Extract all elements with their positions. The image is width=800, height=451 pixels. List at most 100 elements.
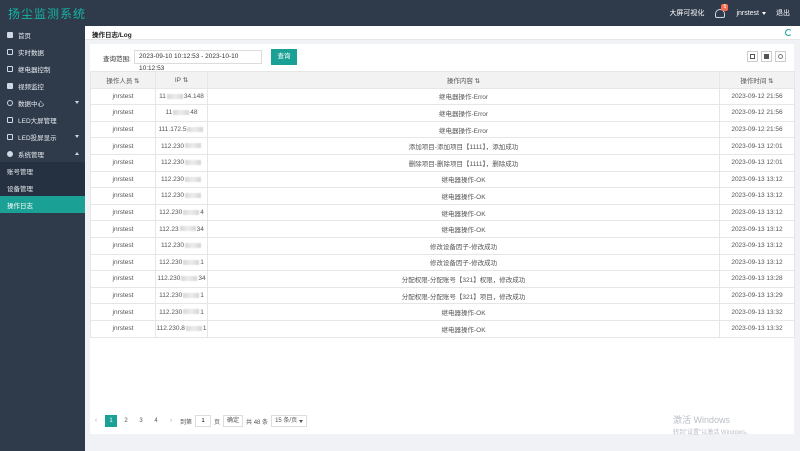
sidebar-item-relay[interactable]: 继电器控制: [0, 60, 85, 77]
goto-ok-button[interactable]: 确定: [223, 415, 244, 427]
settings-icon: [7, 150, 13, 157]
table-row[interactable]: jnrstest 112.230 继电器操作-OK 2023-09-13 13:12: [90, 187, 795, 205]
cell-time: 2023-09-12 21:56: [719, 87, 795, 106]
page-1[interactable]: 1: [105, 415, 117, 427]
cell-time: 2023-09-13 13:12: [719, 220, 795, 238]
ip-suffix: 4: [200, 209, 204, 217]
sidebar-item-label: 实时数据: [18, 49, 44, 57]
ip-suffix: 34: [198, 275, 206, 283]
sidebar-item-oplog[interactable]: 操作日志: [0, 196, 85, 213]
table-row[interactable]: jnrstest 112.230 4 继电器操作-OK 2023-09-13 13:12: [90, 203, 795, 222]
table-row[interactable]: jnrstest 112.23 34 继电器操作-OK 2023-09-13 13:12: [90, 220, 795, 238]
table-row[interactable]: jnrstest 11 34.148 继电器操作-Error 2023-09-12 21…: [90, 87, 795, 106]
chevron-down-icon: [75, 135, 79, 138]
page-2[interactable]: 2: [120, 415, 132, 427]
sidebar-item-devices[interactable]: 设备管理: [0, 179, 85, 196]
table-row[interactable]: jnrstest 11 48 继电器操作-Error 2023-09-12 21:56: [90, 104, 795, 122]
col-header-time[interactable]: 操作时间 ⇅: [719, 71, 795, 89]
ip-redaction: [183, 259, 200, 265]
ip-prefix: 112.230.8: [156, 325, 185, 333]
monitor-icon: [7, 116, 13, 123]
query-button[interactable]: 查询: [271, 49, 297, 65]
page-3[interactable]: 3: [135, 415, 147, 427]
columns-button[interactable]: [747, 51, 758, 62]
sidebar-item-accounts[interactable]: 账号管理: [0, 162, 85, 179]
watermark-line1: 激活 Windows: [673, 415, 731, 425]
table-row[interactable]: jnrstest 112.230 继电器操作-OK 2023-09-13 13:12: [90, 170, 795, 189]
sidebar-item-realtime[interactable]: 实时数据: [0, 43, 85, 60]
date-range-input[interactable]: 2023-09-10 10:12:53 - 2023-10-10 10:12:5…: [134, 50, 262, 72]
cell-ip: 112.230: [155, 153, 208, 172]
cell-content: 继电器操作-OK: [207, 319, 720, 338]
col-header-content[interactable]: 操作内容 ⇅: [207, 71, 720, 89]
goto-page-input[interactable]: [195, 415, 212, 427]
next-page-icon[interactable]: ›: [165, 415, 177, 427]
ip-redaction: [185, 325, 202, 331]
chart-icon: [7, 48, 13, 55]
ip-prefix: 11: [159, 92, 166, 100]
sidebar-item-led-cast[interactable]: LED投屏显示: [0, 128, 85, 145]
ip-prefix: 112.230: [159, 292, 183, 300]
col-header-user[interactable]: 操作人员 ⇅: [90, 71, 156, 89]
cell-ip: 112.230: [155, 187, 208, 205]
cell-content: 删除项目-删除项目【1111】，删除成功: [207, 153, 720, 172]
sidebar-item-system[interactable]: 系统管理: [0, 145, 85, 162]
ip-redaction: [183, 209, 200, 215]
print-button[interactable]: [775, 51, 786, 62]
table-row[interactable]: jnrstest 112.230 1 继电器操作-OK 2023-09-13 13:32: [90, 303, 795, 321]
sidebar-item-video[interactable]: 视频监控: [0, 77, 85, 94]
export-button[interactable]: [761, 51, 772, 62]
table-row[interactable]: jnrstest 112.230 34 分配权限-分配账号【321】权限，修改成功 20…: [90, 270, 795, 288]
ip-suffix: 1: [200, 292, 204, 300]
sidebar-item-led-manage[interactable]: LED大屏管理: [0, 111, 85, 128]
ip-redaction: [185, 193, 201, 199]
refresh-icon[interactable]: [785, 29, 792, 36]
ip-prefix: 112.230: [160, 242, 184, 250]
content-header: 操作日志/Log: [85, 26, 800, 40]
cell-ip: 11 34.148: [155, 87, 208, 106]
table-row[interactable]: jnrstest 112.230 添加项目-添加项目【1111】，添加成功 2023-…: [90, 137, 795, 155]
ip-prefix: 112.230: [159, 209, 183, 217]
col-header-ip[interactable]: IP ⇅: [155, 71, 208, 89]
sidebar-item-data-center[interactable]: 数据中心: [0, 94, 85, 111]
ip-prefix: 112.230: [157, 275, 181, 283]
page-size-select[interactable]: 15 条/页: [271, 415, 308, 427]
sidebar-item-label: LED投屏显示: [18, 134, 57, 142]
table-row[interactable]: jnrstest 112.230.8 1 继电器操作-OK 2023-09-13 13:…: [90, 319, 795, 338]
sidebar-item-home[interactable]: 首页: [0, 26, 85, 43]
cell-user: jnrstest: [90, 220, 156, 238]
table-row[interactable]: jnrstest 111.172.5 继电器操作-Error 2023-09-12 2…: [90, 120, 795, 139]
table-row[interactable]: jnrstest 112.230 1 分配权限-分配账号【321】项目，修改成功 202…: [90, 286, 795, 305]
cell-content: 继电器操作-OK: [207, 187, 720, 205]
user-menu[interactable]: jnrstest: [736, 10, 766, 17]
ip-redaction: [185, 143, 201, 149]
table-row[interactable]: jnrstest 112.230 修改设备因子-修改成功 2023-09-13 13:…: [90, 236, 795, 255]
prev-page-icon[interactable]: ‹: [90, 415, 102, 427]
search-label: 查询范围:: [103, 56, 131, 63]
cell-user: jnrstest: [90, 270, 156, 288]
cell-ip: 11 48: [155, 104, 208, 122]
cell-content: 分配权限-分配账号【321】权限，修改成功: [207, 270, 720, 288]
cell-user: jnrstest: [90, 120, 156, 139]
ip-redaction: [185, 160, 201, 166]
cell-user: jnrstest: [90, 137, 156, 155]
ip-redaction: [181, 276, 198, 282]
table-row[interactable]: jnrstest 112.230 删除项目-删除项目【1111】，删除成功 2023-…: [90, 153, 795, 172]
table-row[interactable]: jnrstest 112.230 1 修改设备因子-修改成功 2023-09-13 13…: [90, 253, 795, 272]
cell-content: 继电器操作-OK: [207, 170, 720, 189]
chevron-down-icon: [762, 11, 766, 15]
cell-time: 2023-09-13 12:01: [719, 137, 795, 155]
ip-prefix: 112.230: [160, 175, 184, 183]
notification-bell[interactable]: 5: [714, 4, 729, 19]
cell-content: 继电器操作-Error: [207, 104, 720, 122]
chevron-up-icon: [75, 152, 79, 155]
top-right-actions: 大屏可视化 5 jnrstest 退出: [669, 0, 790, 26]
cell-user: jnrstest: [90, 170, 156, 189]
sidebar-item-label: 继电器控制: [18, 66, 51, 74]
cell-ip: 112.230: [155, 170, 208, 189]
ip-prefix: 111.172.5: [158, 126, 187, 134]
page-4[interactable]: 4: [150, 415, 162, 427]
big-screen-link[interactable]: 大屏可视化: [669, 8, 704, 18]
cell-content: 继电器操作-Error: [207, 120, 720, 139]
logout-link[interactable]: 退出: [776, 8, 790, 18]
